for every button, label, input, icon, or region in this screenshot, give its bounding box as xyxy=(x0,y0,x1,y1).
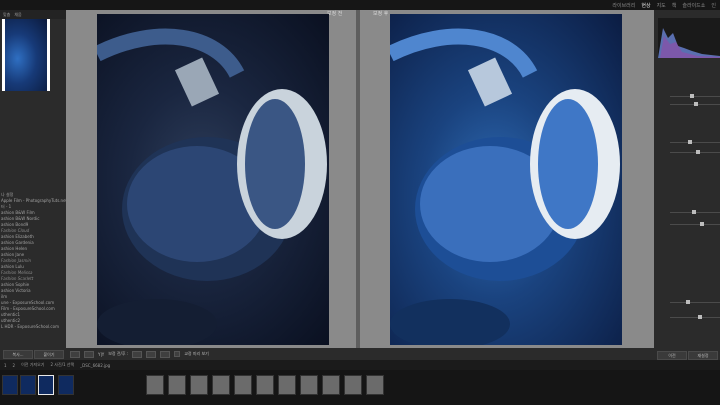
adjust-slider-row xyxy=(656,300,720,305)
filmstrip-thumb[interactable] xyxy=(146,375,164,395)
compare-toolbar: Y|Y 보정 전/후 : 교정 미리 보기 xyxy=(66,348,654,360)
filmstrip-thumb[interactable] xyxy=(234,375,252,395)
module-slideshow[interactable]: 슬라이드쇼 xyxy=(682,2,705,9)
module-library[interactable]: 라이브러리 xyxy=(612,2,635,9)
copy-before-settings-button[interactable] xyxy=(132,350,143,358)
previous-import-label[interactable]: 이전 가져오기 xyxy=(21,362,44,368)
adjust-slider-row xyxy=(656,150,720,155)
paste-button[interactable]: 붙이기 xyxy=(34,350,64,359)
navigator-image xyxy=(5,19,47,91)
slider-knob[interactable] xyxy=(690,94,694,98)
monitor-2-button[interactable]: 2 xyxy=(13,363,16,368)
swap-before-after-button[interactable] xyxy=(160,350,171,358)
filmstrip-thumb[interactable] xyxy=(212,375,230,395)
filmstrip-thumb[interactable] xyxy=(20,375,36,395)
before-label: 보정 전 xyxy=(327,11,343,17)
module-bar: 라이브러리 현상 지도 책 슬라이드쇼 인 xyxy=(0,0,720,10)
filmstrip-thumb[interactable] xyxy=(256,375,274,395)
adjust-slider[interactable] xyxy=(670,102,720,106)
adjust-slider-row xyxy=(656,102,720,107)
adjust-slider[interactable] xyxy=(670,94,720,98)
preset-item[interactable]: L HDR - ExposureSchool.com xyxy=(0,324,66,330)
copy-button[interactable]: 복사... xyxy=(3,350,33,359)
compare-view: 보정 전 보정 후 xyxy=(66,10,654,360)
navigator-preview[interactable] xyxy=(2,19,50,91)
previous-button[interactable]: 이전 xyxy=(657,351,687,360)
headphones-after-image xyxy=(390,28,620,345)
copy-after-settings-button[interactable] xyxy=(146,350,157,358)
slider-knob[interactable] xyxy=(686,300,690,304)
filmstrip-thumb[interactable] xyxy=(300,375,318,395)
filmstrip-thumb[interactable] xyxy=(322,375,340,395)
adjust-slider-row xyxy=(656,222,720,227)
filename-label: _DSC_6682.jpg xyxy=(80,362,111,368)
after-label: 보정 후 xyxy=(373,11,389,17)
view-mode-label[interactable]: Y|Y xyxy=(98,352,104,357)
histogram-graph xyxy=(658,28,720,58)
adjust-slider-row xyxy=(656,210,720,215)
adjust-slider[interactable] xyxy=(670,210,720,214)
before-after-label: 보정 전/후 : xyxy=(108,351,129,356)
filmstrip-thumb[interactable] xyxy=(190,375,208,395)
adjust-slider-row xyxy=(656,140,720,145)
adjust-slider[interactable] xyxy=(670,140,720,144)
module-picker: 라이브러리 현상 지도 책 슬라이드쇼 인 xyxy=(612,0,720,10)
reset-button[interactable]: 재설정 xyxy=(688,351,718,360)
slider-knob[interactable] xyxy=(694,102,698,106)
headphones-before-image xyxy=(97,28,327,345)
adjust-slider[interactable] xyxy=(670,150,720,154)
slider-knob[interactable] xyxy=(692,210,696,214)
adjust-slider-row xyxy=(656,315,720,320)
adjust-slider-row xyxy=(656,94,720,99)
adjust-slider[interactable] xyxy=(670,300,720,304)
selection-count: 2 사진/1 선택 xyxy=(50,362,75,367)
after-photo[interactable] xyxy=(390,14,622,345)
compare-view-button[interactable] xyxy=(84,350,94,358)
presets-list: 나 설정 Apple Film - PhotographyTuts.net 터 … xyxy=(0,192,66,330)
slider-knob[interactable] xyxy=(700,222,704,226)
slider-knob[interactable] xyxy=(688,140,692,144)
filmstrip-thumb[interactable] xyxy=(38,375,54,395)
adjust-slider[interactable] xyxy=(670,222,720,226)
filmstrip-thumb[interactable] xyxy=(278,375,296,395)
monitor-1-button[interactable]: 1 xyxy=(4,363,7,368)
navigator-tab-fill[interactable]: 채움 xyxy=(14,12,21,18)
navigator-tab-fit[interactable]: 맞춤 xyxy=(3,12,10,18)
filmstrip-thumb[interactable] xyxy=(366,375,384,395)
filmstrip-bar: 1 2 이전 가져오기 2 사진/1 선택 _DSC_6682.jpg xyxy=(0,360,720,370)
filmstrip-thumb[interactable] xyxy=(344,375,362,395)
filmstrip xyxy=(0,370,720,405)
navigator-header: 맞춤 채움 xyxy=(0,10,66,19)
compare-divider xyxy=(356,10,360,348)
adjust-slider[interactable] xyxy=(670,315,720,319)
loupe-view-button[interactable] xyxy=(70,350,80,358)
filmstrip-thumb[interactable] xyxy=(2,375,18,395)
slider-knob[interactable] xyxy=(696,150,700,154)
slider-knob[interactable] xyxy=(698,315,702,319)
histogram[interactable] xyxy=(658,18,720,58)
filmstrip-thumb[interactable] xyxy=(168,375,186,395)
softproof-checkbox[interactable] xyxy=(174,351,181,357)
right-panel: 이전 재설정 xyxy=(654,10,720,360)
filmstrip-thumb[interactable] xyxy=(58,375,74,395)
before-photo[interactable] xyxy=(97,14,329,345)
softproof-label: 교정 미리 보기 xyxy=(184,351,209,356)
module-print[interactable]: 인 xyxy=(711,2,716,9)
module-develop[interactable]: 현상 xyxy=(641,2,650,9)
module-book[interactable]: 책 xyxy=(672,2,677,9)
module-map[interactable]: 지도 xyxy=(657,2,666,9)
left-panel: 맞춤 채움 나 설정 Apple Film - PhotographyTuts.… xyxy=(0,10,66,360)
